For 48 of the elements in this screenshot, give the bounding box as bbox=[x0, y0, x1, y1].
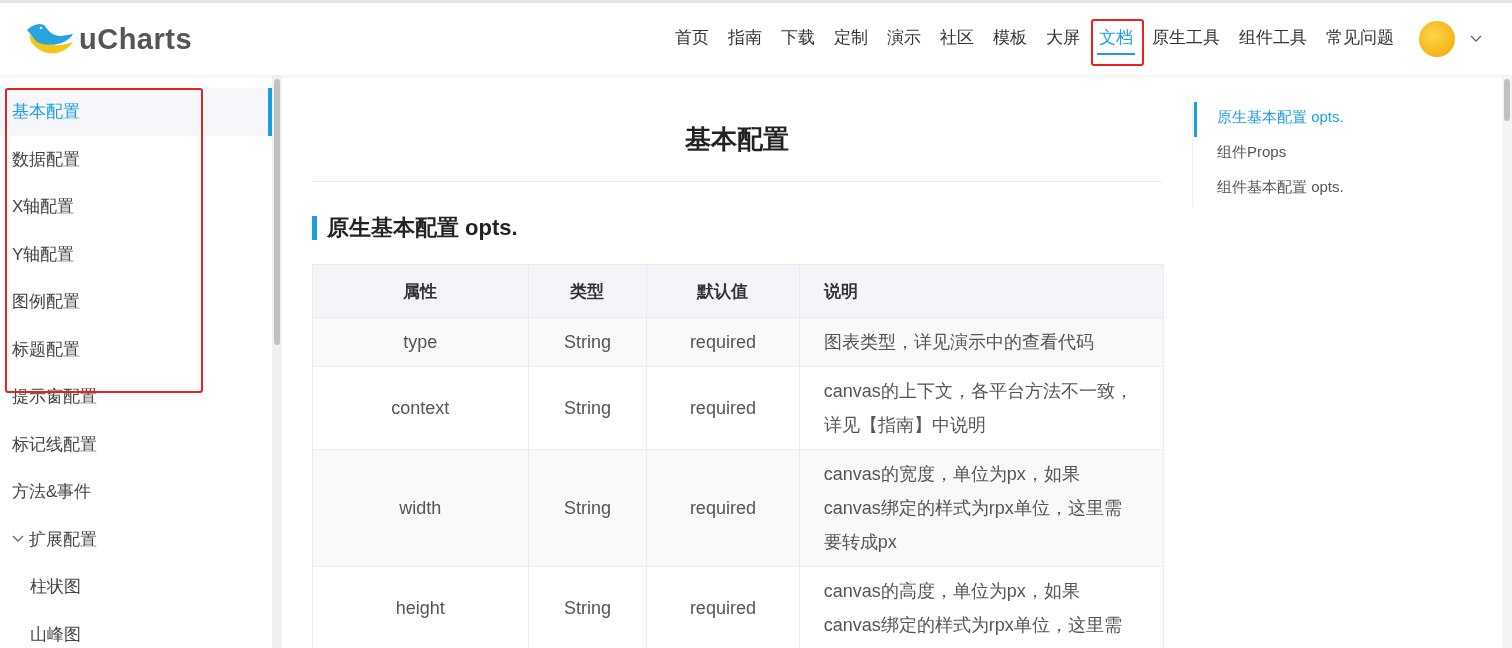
table-cell: type bbox=[312, 317, 529, 367]
avatar[interactable] bbox=[1419, 21, 1455, 57]
annotation-frame bbox=[1091, 19, 1144, 66]
sidebar-item[interactable]: X轴配置 bbox=[0, 183, 272, 231]
sidebar-item[interactable]: 方法&事件 bbox=[0, 468, 272, 516]
table-cell: width bbox=[312, 449, 529, 567]
column-header: 说明 bbox=[799, 264, 1164, 318]
nav-link[interactable]: 定制 bbox=[832, 23, 870, 55]
table-cell: canvas的上下文，各平台方法不一致， 详见【指南】中说明 bbox=[799, 366, 1164, 450]
table-cell: required bbox=[646, 366, 800, 450]
toc-link[interactable]: 组件Props bbox=[1194, 137, 1492, 172]
nav-link[interactable]: 演示 bbox=[885, 23, 923, 55]
toc-link[interactable]: 组件基本配置 opts. bbox=[1194, 172, 1492, 207]
sidebar-item[interactable]: Y轴配置 bbox=[0, 230, 272, 278]
nav-link[interactable]: 模板 bbox=[991, 23, 1029, 55]
table-cell: required bbox=[646, 317, 800, 367]
nav-link[interactable]: 组件工具 bbox=[1237, 23, 1309, 55]
nav-link[interactable]: 原生工具 bbox=[1150, 23, 1222, 55]
table-cell: String bbox=[528, 317, 647, 367]
sidebar-item[interactable]: 扩展配置 bbox=[0, 515, 272, 563]
sidebar-item[interactable]: 柱状图 bbox=[0, 563, 272, 611]
nav-link[interactable]: 首页 bbox=[673, 23, 711, 55]
sidebar-item[interactable]: 图例配置 bbox=[0, 278, 272, 326]
nav-link[interactable]: 下载 bbox=[779, 23, 817, 55]
table-cell: context bbox=[312, 366, 529, 450]
table-cell: String bbox=[528, 449, 647, 567]
section-heading: 原生基本配置 opts. bbox=[312, 216, 1162, 240]
table-cell: canvas的宽度，单位为px，如果 canvas绑定的样式为rpx单位，这里需 要转成px bbox=[799, 449, 1164, 567]
sidebar-item[interactable]: 山峰图 bbox=[0, 610, 272, 648]
sidebar-item[interactable]: 标记线配置 bbox=[0, 420, 272, 468]
nav-link[interactable]: 社区 bbox=[938, 23, 976, 55]
table-cell: required bbox=[646, 449, 800, 567]
nav-link[interactable]: 指南 bbox=[726, 23, 764, 55]
column-header: 属性 bbox=[312, 264, 529, 318]
nav-link[interactable]: 大屏 bbox=[1044, 23, 1082, 55]
nav-link[interactable]: 常见问题 bbox=[1324, 23, 1396, 55]
sidebar-item[interactable]: 数据配置 bbox=[0, 135, 272, 183]
column-header: 默认值 bbox=[646, 264, 800, 318]
table-cell: height bbox=[312, 566, 529, 648]
table-cell: 图表类型，详见演示中的查看代码 bbox=[799, 317, 1164, 367]
scrollbar[interactable] bbox=[1502, 75, 1512, 648]
scrollbar[interactable] bbox=[272, 75, 282, 648]
column-header: 类型 bbox=[528, 264, 647, 318]
table-cell: String bbox=[528, 366, 647, 450]
logo-text[interactable]: uCharts bbox=[79, 22, 193, 56]
chevron-down-icon[interactable] bbox=[1470, 35, 1482, 43]
sidebar-item[interactable]: 标题配置 bbox=[0, 325, 272, 373]
page-title: 基本配置 bbox=[312, 75, 1162, 182]
